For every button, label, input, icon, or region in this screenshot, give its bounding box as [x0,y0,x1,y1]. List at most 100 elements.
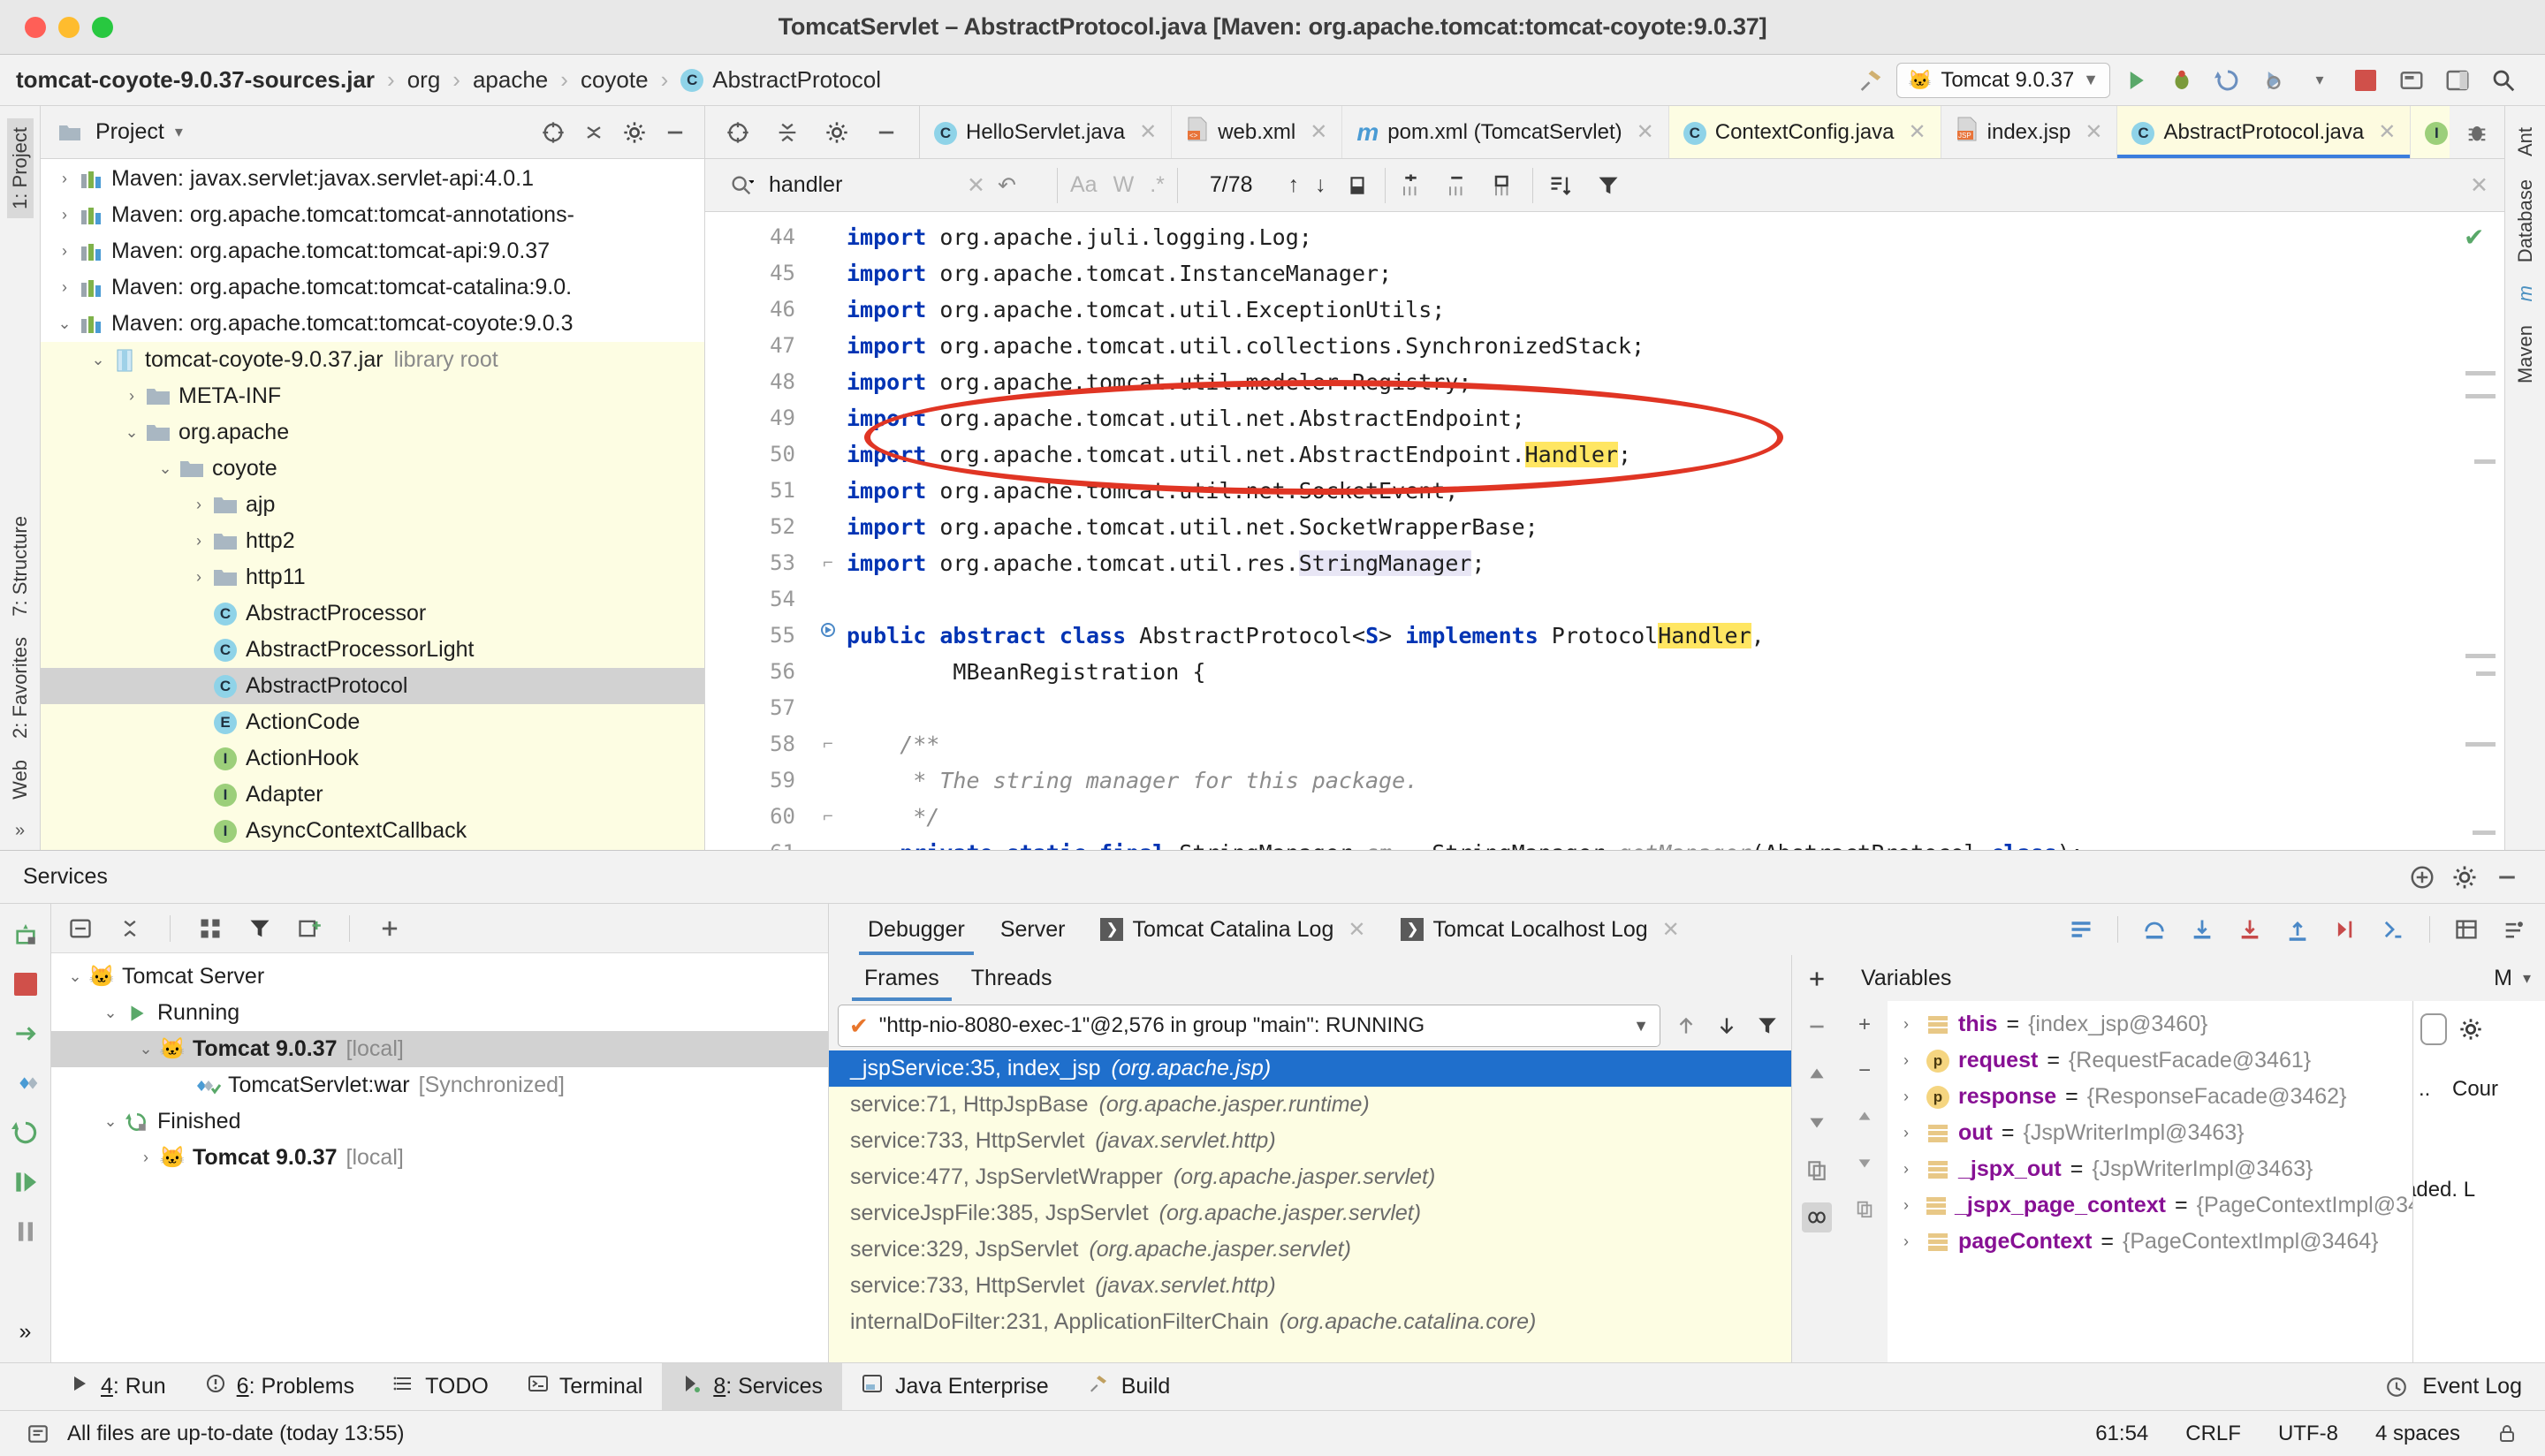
close-tab-icon[interactable]: ✕ [2085,119,2102,145]
debug-bug-icon[interactable] [2462,118,2492,148]
search-icon[interactable] [726,171,756,201]
caret-position[interactable]: 61:54 [2095,1422,2148,1446]
breadcrumb-item-apache[interactable]: apache [473,66,548,94]
rerun-service-icon[interactable] [11,920,41,950]
services-tree-item[interactable]: TomcatServlet:war[Synchronized] [51,1067,828,1103]
search-everywhere-icon[interactable] [2488,65,2518,95]
filter-icon[interactable] [1593,171,1623,201]
project-tree-item[interactable]: IActionHook [41,740,704,777]
gutter-markers[interactable]: ⌐⌐⌐ [809,212,847,850]
debugger-tab-server[interactable]: Server [983,904,1083,955]
add-variable-icon[interactable]: + [1850,1010,1880,1040]
tree-expander-icon[interactable]: ⌄ [99,1004,122,1022]
move-down-icon[interactable] [1850,1148,1880,1178]
editor-scrollbar[interactable]: ✔ [2450,212,2504,850]
tree-expander-icon[interactable]: ⌄ [53,315,76,333]
tool-window-terminal[interactable]: Terminal [508,1363,662,1411]
close-tab-icon[interactable]: ✕ [2378,119,2396,145]
variable-row[interactable]: ›presponse = {ResponseFacade@3462} [1888,1079,2412,1115]
project-tree-item[interactable]: IAdapter [41,777,704,813]
variable-row[interactable]: ›pageContext = {PageContextImpl@3464} [1888,1224,2412,1260]
variable-row[interactable]: ›_jspx_out = {JspWriterImpl@3463} [1888,1151,2412,1187]
tree-expander-icon[interactable]: › [187,496,210,514]
sidebar-item-maven[interactable]: Maven [2512,316,2539,392]
close-tab-icon[interactable]: ✕ [1637,119,1654,145]
select-all-occurrences-icon[interactable] [1342,171,1372,201]
add-selection-icon[interactable] [1398,171,1428,201]
debugger-tab-tomcat-localhost-log[interactable]: ❯Tomcat Localhost Log✕ [1383,904,1697,955]
close-tab-icon[interactable]: ✕ [1662,917,1680,943]
layout-icon[interactable] [2442,65,2473,95]
code-line[interactable]: private static final StringManager sm = … [847,835,2450,850]
hide-panel-icon[interactable] [871,118,901,148]
code-line[interactable]: import org.apache.tomcat.util.modeler.Re… [847,364,2450,400]
run-to-cursor-icon[interactable] [2330,914,2360,944]
editor-tab-index-jsp[interactable]: JSPindex.jsp✕ [1941,106,2118,158]
more-icon[interactable]: » [11,1316,41,1346]
inline-watches-icon[interactable] [1802,1202,1832,1232]
tree-expander-icon[interactable]: ⌄ [64,967,87,986]
run-class-gutter-icon[interactable] [809,618,847,654]
code-line[interactable]: import org.apache.tomcat.util.net.Socket… [847,509,2450,545]
collapse-all-icon[interactable] [579,118,609,148]
project-tree-item[interactable]: ›Maven: org.apache.tomcat:tomcat-catalin… [41,269,704,306]
services-tree-item[interactable]: ⌄🐱Tomcat 9.0.37[local] [51,1031,828,1067]
code-fold-icon[interactable]: ⌐ [809,726,847,762]
code-line[interactable]: /** [847,726,2450,762]
event-log-group[interactable]: Event Log [2382,1372,2545,1402]
step-into-icon[interactable] [2187,914,2217,944]
close-tab-icon[interactable]: ✕ [1909,119,1926,145]
copy-icon[interactable] [1850,1194,1880,1224]
tree-expander-icon[interactable]: › [1895,1015,1918,1034]
expand-icon[interactable] [115,914,145,944]
words-toggle[interactable]: W [1113,172,1135,198]
frame-row[interactable]: serviceJspFile:385, JspServlet(org.apach… [829,1195,1791,1232]
chevron-down-icon[interactable]: ▾ [2305,65,2335,95]
tree-expander-icon[interactable]: ⌄ [134,1040,157,1058]
coverage-button[interactable] [2259,65,2289,95]
variable-row[interactable]: ›out = {JspWriterImpl@3463} [1888,1115,2412,1151]
build-hammer-icon[interactable] [1856,65,1886,95]
group-icon[interactable] [195,914,225,944]
editor-tab-abstractprotocol-java[interactable]: CAbstractProtocol.java✕ [2117,106,2411,158]
close-find-icon[interactable]: ✕ [2470,172,2488,199]
code-editor[interactable]: 44454647484950515253545556575859606162 ⌐… [705,212,2504,850]
sidebar-item-database[interactable]: Database [2512,171,2539,271]
close-tab-icon[interactable]: ✕ [1139,119,1157,145]
breadcrumb-item-coyote[interactable]: coyote [581,66,649,94]
run-button[interactable] [2121,65,2151,95]
editor-tab-protocolhandler-java[interactable]: IProtocolHandler.java✕ [2411,106,2450,158]
tree-expander-icon[interactable]: › [53,170,76,188]
clear-search-icon[interactable]: ✕ [967,172,985,199]
find-field-group[interactable]: ✕ ↶ [718,166,1045,205]
gear-icon[interactable] [619,118,650,148]
select-all-matches-icon[interactable] [1490,171,1520,201]
move-down-icon[interactable] [1802,1107,1832,1137]
filter-icon[interactable] [245,914,275,944]
gear-icon[interactable] [822,118,852,148]
export-icon[interactable] [11,1019,41,1049]
code-line[interactable]: import org.apache.juli.logging.Log; [847,219,2450,255]
frame-row[interactable]: service:71, HttpJspBase(org.apache.jaspe… [829,1087,1791,1123]
sidebar-item-favorites[interactable]: 2: Favorites [7,628,34,747]
deploy-icon[interactable] [11,1068,41,1098]
project-tree-item[interactable]: ⌄org.apache [41,414,704,451]
sidebar-item-project[interactable]: 1: Project [7,118,34,218]
variable-row[interactable]: ›prequest = {RequestFacade@3461} [1888,1043,2412,1079]
move-up-icon[interactable] [1802,1059,1832,1089]
remove-selection-icon[interactable] [1444,171,1474,201]
frame-row[interactable]: _jspService:35, index_jsp(org.apache.jsp… [829,1050,1791,1087]
frame-row[interactable]: service:329, JspServlet(org.apache.jaspe… [829,1232,1791,1268]
code-line[interactable]: */ [847,799,2450,835]
services-tree-item[interactable]: ⌄Finished [51,1103,828,1140]
console-toggle-icon[interactable] [2420,1013,2447,1045]
more-tool-windows-icon[interactable]: » [15,821,25,841]
search-history-icon[interactable]: ↶ [998,172,1016,199]
breadcrumb-item-jar[interactable]: tomcat-coyote-9.0.37-sources.jar [16,66,375,94]
tool-window-java-enterprise[interactable]: Java Enterprise [842,1363,1068,1411]
run-configuration-selector[interactable]: 🐱 Tomcat 9.0.37 ▼ [1896,63,2110,98]
editor-tab-helloservlet-java[interactable]: CHelloServlet.java✕ [920,106,1172,158]
tab-threads[interactable]: Threads [955,955,1068,1001]
code-text[interactable]: import org.apache.juli.logging.Log; impor… [847,212,2450,850]
sidebar-item-ant[interactable]: Ant [2512,118,2539,165]
